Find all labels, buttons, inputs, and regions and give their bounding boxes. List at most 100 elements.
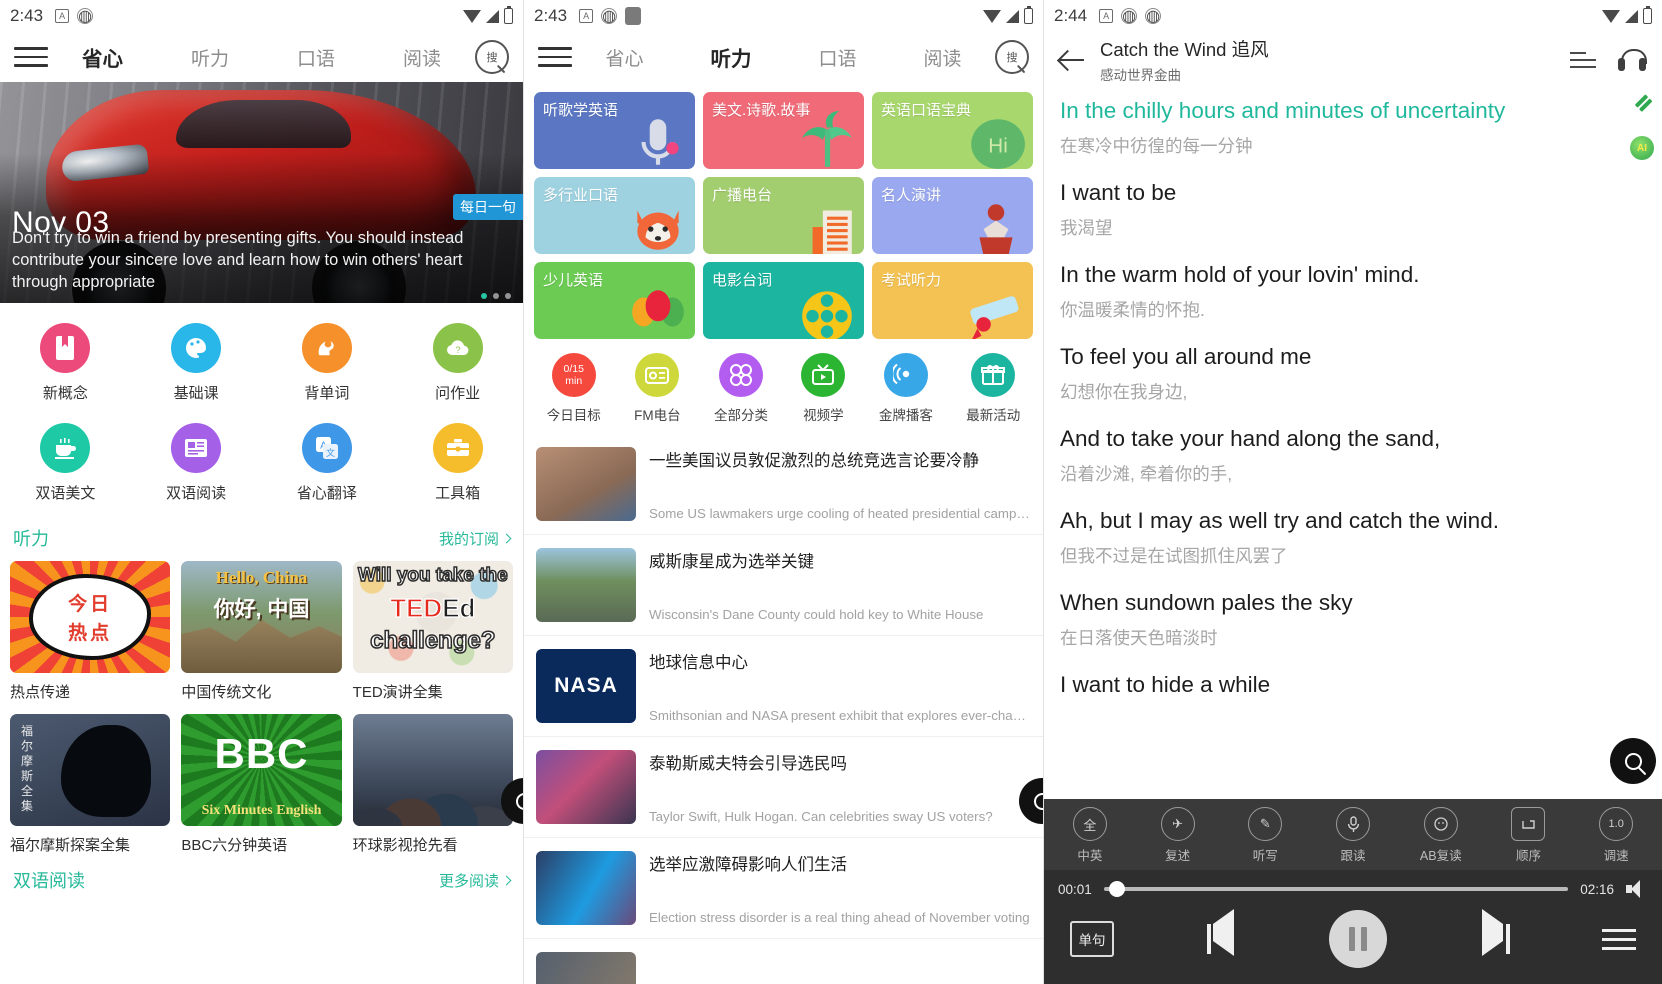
- quick-video-learning[interactable]: 视频学: [801, 353, 846, 424]
- app-gongjuxiang[interactable]: 工具箱: [392, 417, 523, 509]
- tile-radio-station[interactable]: 广播电台: [703, 177, 864, 254]
- course-card-bbc[interactable]: BBC Six Minutes English BBC六分钟英语: [181, 714, 342, 855]
- my-subscription-link[interactable]: 我的订阅: [439, 528, 512, 549]
- carousel-dots[interactable]: [481, 293, 511, 299]
- quick-latest-events[interactable]: 最新活动: [966, 353, 1020, 424]
- news-item-trump[interactable]: 一些美国议员敦促激烈的总统竞选言论要冷静 Some US lawmakers u…: [524, 434, 1043, 535]
- course-card-tv[interactable]: 环球影视抢先看: [352, 714, 513, 855]
- course-card-holmes[interactable]: 福尔摩斯全集 福尔摩斯探案全集: [10, 714, 171, 855]
- news-item-nasa[interactable]: NASA 地球信息中心 Smithsonian and NASA present…: [524, 636, 1043, 737]
- quick-all-categories[interactable]: 全部分类: [714, 353, 768, 424]
- news-list: 一些美国议员敦促激烈的总统竞选言论要冷静 Some US lawmakers u…: [524, 434, 1043, 984]
- lyric-line-5[interactable]: Ah, but I may as well try and catch the …: [1060, 504, 1646, 568]
- volume-icon[interactable]: [1626, 880, 1648, 898]
- pause-icon[interactable]: [1329, 910, 1387, 968]
- app-beidanci[interactable]: 背单词: [262, 317, 393, 409]
- app-label: 省心翻译: [296, 485, 357, 502]
- ai-icon[interactable]: AI: [1630, 136, 1654, 160]
- menu-icon[interactable]: [1602, 928, 1636, 950]
- course-label: BBC六分钟英语: [181, 837, 288, 854]
- lyric-line-2[interactable]: In the warm hold of your lovin' mind. 你温…: [1060, 258, 1646, 322]
- lyric-line-3[interactable]: To feel you all around me 幻想你在我身边,: [1060, 340, 1646, 404]
- playlist-icon[interactable]: [1570, 51, 1596, 69]
- search-fab-icon[interactable]: [1610, 738, 1656, 784]
- podcast-icon: [883, 353, 928, 397]
- tab-yuedu[interactable]: 阅读: [923, 44, 961, 71]
- previous-icon[interactable]: [1205, 909, 1239, 956]
- quick-fm-radio[interactable]: FM电台: [634, 353, 681, 424]
- news-item-wisconsin[interactable]: 威斯康星成为选举关键 Wisconsin's Dane County could…: [524, 535, 1043, 636]
- tile-spoken-treasury[interactable]: 英语口语宝典 Hi: [872, 92, 1033, 169]
- app-jichuke[interactable]: 基础课: [131, 317, 262, 409]
- headphones-icon[interactable]: [1618, 49, 1647, 71]
- hamburger-icon[interactable]: [14, 47, 48, 67]
- app-shuangyumeiwen[interactable]: 双语美文: [0, 417, 131, 509]
- seek-bar[interactable]: [1103, 881, 1569, 897]
- tab-kouyu[interactable]: 口语: [297, 44, 335, 71]
- lyric-line-4[interactable]: And to take your hand along the sand, 沿着…: [1060, 422, 1646, 486]
- highlighter-icon[interactable]: [1630, 94, 1654, 120]
- news-item-stress[interactable]: 选举应激障碍影响人们生活 Election stress disorder is…: [524, 838, 1043, 939]
- app-shengxinfanyi[interactable]: A文 省心翻译: [262, 417, 393, 509]
- fn-bilingual[interactable]: 全 中英: [1046, 807, 1134, 864]
- app-shuangyuyuedu[interactable]: 双语阅读: [131, 417, 262, 509]
- search-icon[interactable]: 搜: [475, 40, 509, 74]
- headset-status-icon: ◍: [77, 8, 94, 25]
- hamburger-icon[interactable]: [538, 47, 572, 67]
- back-arrow-icon[interactable]: [1060, 49, 1086, 71]
- app-wenzuoye[interactable]: ? 问作业: [392, 317, 523, 409]
- news-item-partial[interactable]: [524, 939, 1043, 984]
- tile-famous-speech[interactable]: 名人演讲: [872, 177, 1033, 254]
- tab-yuedu[interactable]: 阅读: [403, 44, 441, 71]
- thumb-text-1: Hello, China: [215, 568, 308, 587]
- lyric-line-7[interactable]: I want to hide a while: [1060, 668, 1646, 702]
- daily-quote-banner[interactable]: 每日一句 Nov 03 Don't try to win a friend by…: [0, 82, 523, 303]
- tile-kids-english[interactable]: 少儿英语: [534, 262, 695, 339]
- seek-knob[interactable]: [1109, 881, 1126, 897]
- battery-icon: [504, 6, 513, 24]
- fn-ab-repeat[interactable]: AB复读: [1397, 807, 1485, 864]
- course-card-ted[interactable]: Will you take the TEDEd challenge? TED演讲…: [352, 561, 513, 702]
- tile-multi-industry[interactable]: 多行业口语: [534, 177, 695, 254]
- search-icon[interactable]: 搜: [995, 40, 1029, 74]
- top-nav-a: 省心 听力 口语 阅读 搜: [0, 32, 523, 82]
- tab-tingli[interactable]: 听力: [710, 42, 751, 72]
- tab-shengxin[interactable]: 省心: [82, 42, 123, 72]
- fn-retell[interactable]: ✈ 复述: [1134, 807, 1222, 864]
- next-icon[interactable]: [1478, 909, 1512, 956]
- app-badge-icon: A: [55, 9, 70, 23]
- fn-dictation[interactable]: ✎ 听写: [1221, 807, 1309, 864]
- more-reading-link[interactable]: 更多阅读: [439, 870, 512, 891]
- tile-song-english[interactable]: 听歌学英语: [534, 92, 695, 169]
- fn-label: 复述: [1165, 849, 1191, 863]
- tile-essay-poem-story[interactable]: 美文.诗歌.故事: [703, 92, 864, 169]
- quick-podcast[interactable]: 金牌播客: [879, 353, 933, 424]
- course-card-hello-china[interactable]: Hello, China 你好, 中国 中国传统文化: [181, 561, 342, 702]
- course-label: 环球影视抢先看: [352, 837, 458, 854]
- tab-tingli[interactable]: 听力: [191, 44, 229, 71]
- signal-icon: [486, 9, 499, 23]
- tile-exam-listening[interactable]: 考试听力: [872, 262, 1033, 339]
- quick-daily-goal[interactable]: 0/15 min 今日目标: [547, 353, 601, 424]
- tile-label: 美文.诗歌.故事: [712, 102, 811, 119]
- news-thumbnail: [536, 447, 636, 521]
- news-item-taylor[interactable]: 泰勒斯威夫特会引导选民吗 Taylor Swift, Hulk Hogan. C…: [524, 737, 1043, 838]
- lyric-line-6[interactable]: When sundown pales the sky 在日落使天色暗淡时: [1060, 586, 1646, 650]
- news-title-en: Wisconsin's Dane County could hold key t…: [649, 607, 984, 622]
- bbc-logo-text: BBC: [214, 730, 309, 777]
- quick-label: 视频学: [803, 408, 844, 423]
- app-xingainian[interactable]: 新概念: [0, 317, 131, 409]
- lyric-line-1[interactable]: I want to be 我渴望: [1060, 176, 1646, 240]
- tab-kouyu[interactable]: 口语: [818, 44, 856, 71]
- fn-speed[interactable]: 1.0 调速: [1572, 807, 1660, 864]
- fn-order[interactable]: 顺序: [1485, 807, 1573, 864]
- lyric-cn: 幻想你在我身边,: [1060, 382, 1188, 402]
- lyrics-panel[interactable]: AI In the chilly hours and minutes of un…: [1044, 88, 1662, 702]
- battery-icon: [1643, 6, 1652, 24]
- lyric-line-0[interactable]: In the chilly hours and minutes of uncer…: [1060, 94, 1646, 158]
- loop-mode-button[interactable]: 单句: [1070, 921, 1114, 957]
- tile-movie-lines[interactable]: 电影台词: [703, 262, 864, 339]
- fn-follow-read[interactable]: 跟读: [1309, 807, 1397, 864]
- course-card-hot-topic[interactable]: 今日 热点 热点传递: [10, 561, 171, 702]
- tab-shengxin[interactable]: 省心: [605, 44, 643, 71]
